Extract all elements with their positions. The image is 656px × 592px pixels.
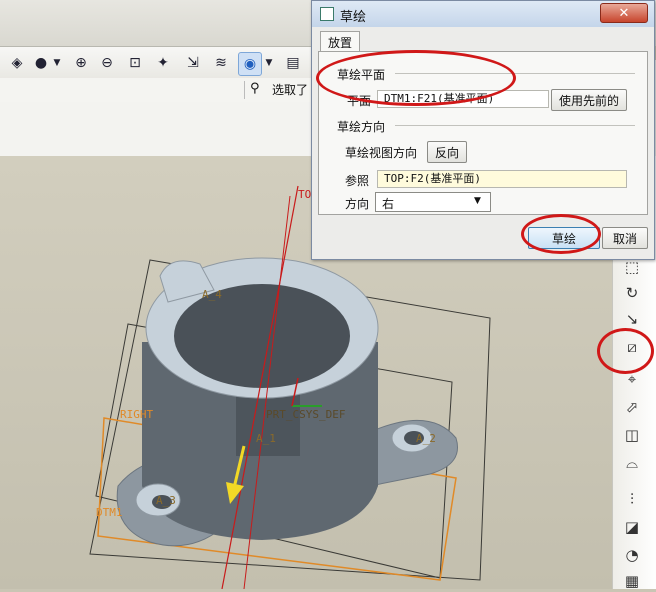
axis-label-a4: A_4 bbox=[202, 288, 222, 301]
toolbar-divider bbox=[244, 81, 245, 99]
chevron-down-icon[interactable]: ▼ bbox=[52, 52, 62, 74]
annotation-ellipse-sketch-button bbox=[521, 214, 601, 254]
annotation-ellipse-tool bbox=[597, 328, 654, 374]
mirror-icon[interactable]: ⫶ bbox=[621, 488, 643, 510]
main-toolbar: ◈ ● ▼ ⊕ ⊖ ⊡ ✦ ⇲ ≋ ◉ ▼ ▤ bbox=[0, 46, 312, 80]
layers-icon[interactable]: ≋ bbox=[210, 52, 232, 74]
app-icon bbox=[320, 7, 334, 21]
status-toolbar: ⚲ 选取了 bbox=[0, 78, 312, 103]
section-orientation: 草绘方向 bbox=[337, 120, 386, 134]
pattern-icon[interactable]: ◪ bbox=[621, 516, 643, 538]
cancel-button[interactable]: 取消 bbox=[602, 227, 648, 249]
refit-icon[interactable]: ⊡ bbox=[124, 52, 146, 74]
select-status-text: 选取了 bbox=[272, 83, 309, 97]
annotation-ellipse-plane bbox=[316, 50, 516, 106]
shell-icon[interactable]: ◫ bbox=[621, 424, 643, 446]
reference-label: 参照 bbox=[345, 174, 370, 188]
round-icon[interactable]: ◔ bbox=[621, 544, 643, 566]
rib-icon[interactable]: ⬀ bbox=[621, 396, 643, 418]
part-hole bbox=[174, 284, 350, 388]
close-button[interactable]: ✕ bbox=[600, 3, 648, 23]
axis-label-a3: A_3 bbox=[156, 494, 176, 507]
dialog-title: 草绘 bbox=[340, 10, 367, 25]
reference-field[interactable]: TOP:F2(基准平面) bbox=[377, 170, 627, 188]
flip-button[interactable]: 反向 bbox=[427, 141, 467, 163]
chevron-down-icon[interactable]: ▼ bbox=[264, 52, 274, 74]
spin-center-icon[interactable]: ✦ bbox=[152, 52, 174, 74]
tab-placement[interactable]: 放置 bbox=[320, 31, 360, 52]
filter-icon[interactable]: ⚲ bbox=[250, 81, 260, 96]
draft-icon[interactable]: ⌓ bbox=[621, 452, 643, 474]
chevron-down-icon: ▼ bbox=[474, 196, 481, 206]
zoom-out-icon[interactable]: ⊖ bbox=[96, 52, 118, 74]
part-inner-bore bbox=[236, 392, 300, 456]
sphere-icon[interactable]: ● bbox=[30, 52, 52, 74]
named-view-icon[interactable]: ⇲ bbox=[182, 52, 204, 74]
orientation-value: 右 bbox=[382, 197, 395, 211]
shaded-icon[interactable]: ◈ bbox=[6, 52, 28, 74]
axis-label-a1: A_1 bbox=[256, 432, 276, 445]
divider bbox=[395, 125, 635, 126]
zoom-in-icon[interactable]: ⊕ bbox=[70, 52, 92, 74]
message-area bbox=[0, 102, 312, 156]
orientation-label: 方向 bbox=[345, 197, 370, 211]
datum-label-right: RIGHT bbox=[120, 408, 154, 421]
model-tree-icon[interactable]: ▤ bbox=[282, 52, 304, 74]
datum-label-top: TO bbox=[298, 188, 312, 201]
axis-label-a2: A_2 bbox=[416, 432, 436, 445]
view-direction-label: 草绘视图方向 bbox=[345, 146, 418, 160]
orientation-select[interactable]: 右 ▼ bbox=[375, 192, 491, 212]
revolve-icon[interactable]: ↻ bbox=[621, 282, 643, 304]
use-previous-button[interactable]: 使用先前的 bbox=[551, 89, 627, 111]
dialog-titlebar[interactable]: 草绘 ✕ bbox=[312, 1, 654, 27]
sweep-icon[interactable]: ↘ bbox=[621, 308, 643, 330]
csys-label: PRT_CSYS_DEF bbox=[266, 408, 346, 421]
sketch-dialog: 草绘 ✕ 放置 草绘平面 平面 DTM1:F21(基准平面) 使用先前的 草绘方… bbox=[311, 0, 655, 260]
datum-label-dtm1: DTM1 bbox=[96, 506, 123, 519]
display-style-icon[interactable]: ◉ bbox=[238, 52, 262, 76]
